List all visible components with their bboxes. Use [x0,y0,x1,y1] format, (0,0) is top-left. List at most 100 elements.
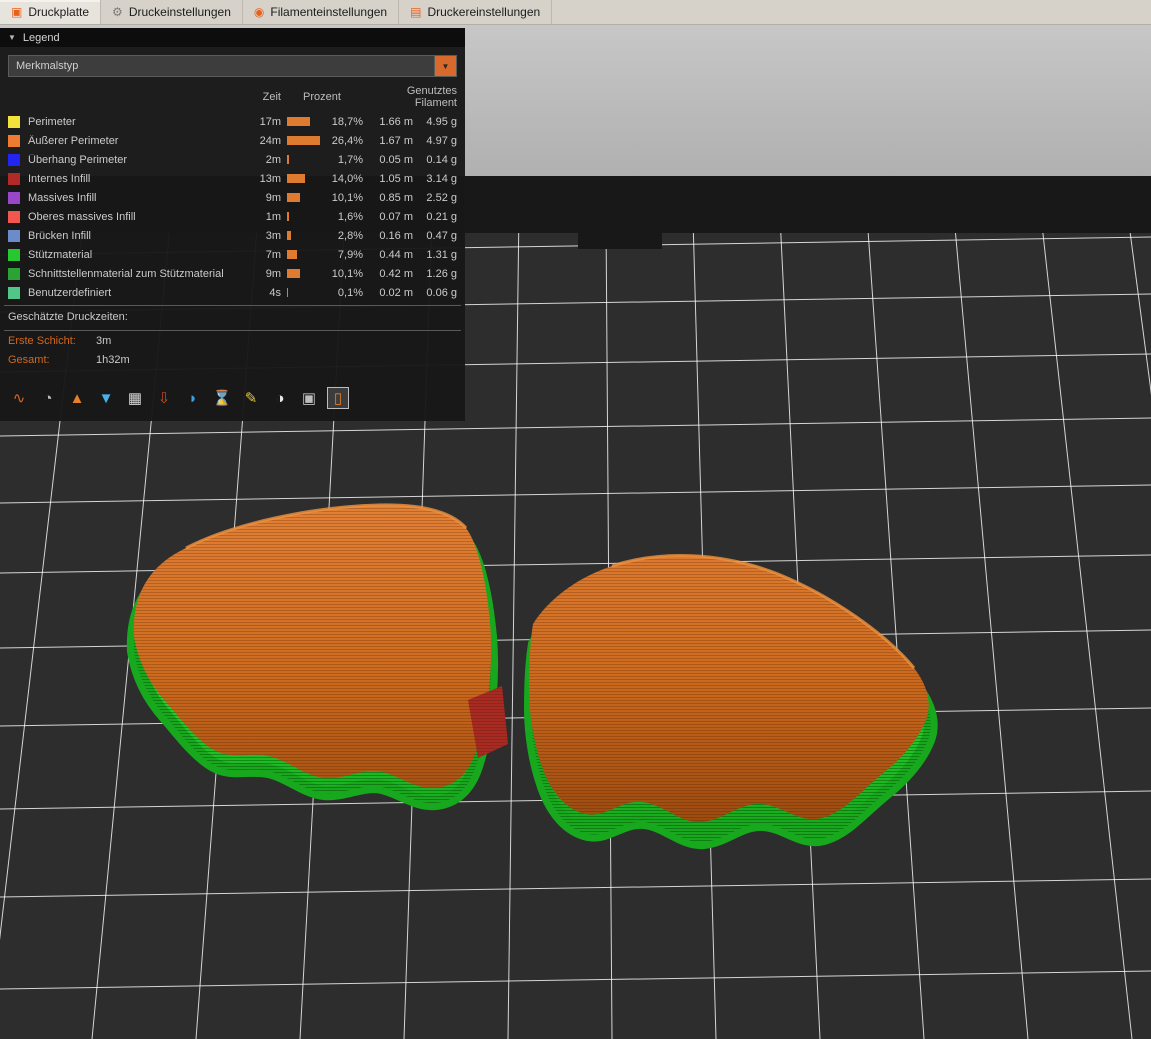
feature-percent: 1,6% [337,210,363,223]
feature-color-swatch [8,191,20,204]
tab-label: Druckplatte [28,5,90,19]
tab-bar: ▣ Druckplatte ⚙ Druckeinstellungen ◉ Fil… [0,0,1151,25]
filament-settings-icon: ◉ [253,5,265,19]
printer-settings-icon: ▤ [410,5,422,19]
feature-time: 1m [265,210,281,223]
plater-icon: ▣ [11,5,23,19]
legend-row: Internes Infill 13m 14,0% 1.05 m 3.14 g [0,169,465,188]
total-time-row: Gesamt: 1h32m [0,350,465,369]
feature-length: 0.85 m [379,191,413,204]
feature-weight: 4.97 g [426,134,457,147]
dropdown-value[interactable]: Merkmalstyp [8,55,435,77]
pause-prints-icon[interactable]: ⌛ [211,387,233,409]
feature-label: Äußerer Perimeter [28,134,119,147]
first-layer-label: Erste Schicht: [8,334,76,347]
legend-row: Oberes massives Infill 1m 1,6% 0.07 m 0.21 g [0,207,465,226]
feature-time: 2m [265,153,281,166]
wipe-moves-icon[interactable]: ◔ [37,387,59,409]
feature-length: 0.05 m [379,153,413,166]
feature-length: 1.66 m [379,115,413,128]
feature-label: Brücken Infill [28,229,91,242]
feature-time: 17m [259,115,281,128]
feature-length: 0.42 m [379,267,413,280]
percent-bar [287,250,323,259]
legend-panel: ▼ Legend Merkmalstyp ▼ Zeit Prozent Genu… [0,28,465,421]
legend-row: Brücken Infill 3m 2,8% 0.16 m 0.47 g [0,226,465,245]
feature-color-swatch [8,286,20,299]
feature-type-dropdown[interactable]: Merkmalstyp ▼ [8,55,457,77]
dropdown-arrow-button[interactable]: ▼ [435,55,457,77]
legend-title: Legend [22,31,60,44]
feature-time: 9m [265,191,281,204]
percent-bar [287,174,323,183]
print-settings-icon: ⚙ [112,5,123,19]
feature-percent: 1,7% [337,153,363,166]
feature-label: Überhang Perimeter [28,153,128,166]
col-time: Zeit [262,91,281,103]
center-of-mass-icon[interactable]: ◑ [269,387,291,409]
feature-percent: 7,9% [337,248,363,261]
tab-druckereinstellungen[interactable]: ▤ Druckereinstellungen [399,0,553,24]
percent-bar [287,193,323,202]
percent-bar [287,269,323,278]
feature-time: 7m [265,248,281,261]
legend-row: Äußerer Perimeter 24m 26,4% 1.67 m 4.97 g [0,131,465,150]
feature-color-swatch [8,153,20,166]
col-percent: Prozent [303,91,341,103]
feature-color-swatch [8,134,20,147]
tab-label: Druckeinstellungen [128,5,231,19]
tab-druckeinstellungen[interactable]: ⚙ Druckeinstellungen [101,0,243,24]
first-layer-time-row: Erste Schicht: 3m [0,331,465,350]
feature-time: 13m [259,172,281,185]
feature-time: 9m [265,267,281,280]
feature-label: Benutzerdefiniert [28,286,112,299]
percent-bar [287,117,323,126]
tab-druckplatte[interactable]: ▣ Druckplatte [0,0,102,24]
deretractions-icon[interactable]: ▼ [95,387,117,409]
feature-weight: 0.21 g [426,210,457,223]
chevron-down-icon: ▼ [441,61,450,71]
feature-weight: 0.14 g [426,153,457,166]
legend-row: Massives Infill 9m 10,1% 0.85 m 2.52 g [0,188,465,207]
legend-column-headers: Zeit Prozent Genutztes Filament [0,82,465,112]
feature-length: 0.16 m [379,229,413,242]
feature-label: Perimeter [28,115,76,128]
feature-color-swatch [8,229,20,242]
feature-color-swatch [8,248,20,261]
estimated-times-title: Geschätzte Druckzeiten: [8,311,128,323]
feature-time: 24m [259,134,281,147]
shells-icon[interactable]: ▣ [298,387,320,409]
legend-row: Benutzerdefiniert 4s 0,1% 0.02 m 0.06 g [0,283,465,302]
feature-weight: 0.06 g [426,286,457,299]
feature-label: Oberes massives Infill [28,210,136,223]
feature-length: 0.44 m [379,248,413,261]
feature-time: 3m [265,229,281,242]
percent-bar [287,212,323,221]
legend-header[interactable]: ▼ Legend [0,28,465,47]
feature-label: Internes Infill [28,172,91,185]
feature-percent: 10,1% [331,267,363,280]
retractions-icon[interactable]: ▲ [66,387,88,409]
seams-icon[interactable]: ▦ [124,387,146,409]
feature-length: 1.67 m [379,134,413,147]
feature-label: Massives Infill [28,191,97,204]
tab-filamenteinstellungen[interactable]: ◉ Filamenteinstellungen [243,0,400,24]
feature-weight: 1.26 g [426,267,457,280]
feature-percent: 10,1% [331,191,363,204]
legend-toggle-icon[interactable]: ▯ [327,387,349,409]
feature-color-swatch [8,210,20,223]
feature-percent: 26,4% [331,134,363,147]
color-changes-icon[interactable]: ◗ [182,387,204,409]
travel-moves-icon[interactable]: ∿ [8,387,30,409]
feature-percent: 18,7% [331,115,363,128]
tool-changes-icon[interactable]: ⇩ [153,387,175,409]
feature-length: 1.05 m [379,172,413,185]
total-time-value: 1h32m [96,353,130,366]
feature-label: Stützmaterial [28,248,93,261]
bed-notch [578,232,662,249]
custom-gcode-icon[interactable]: ✎ [240,387,262,409]
feature-percent: 2,8% [337,229,363,242]
legend-row: Überhang Perimeter 2m 1,7% 0.05 m 0.14 g [0,150,465,169]
col-filament: Genutztes Filament [406,85,457,109]
percent-bar [287,231,323,240]
